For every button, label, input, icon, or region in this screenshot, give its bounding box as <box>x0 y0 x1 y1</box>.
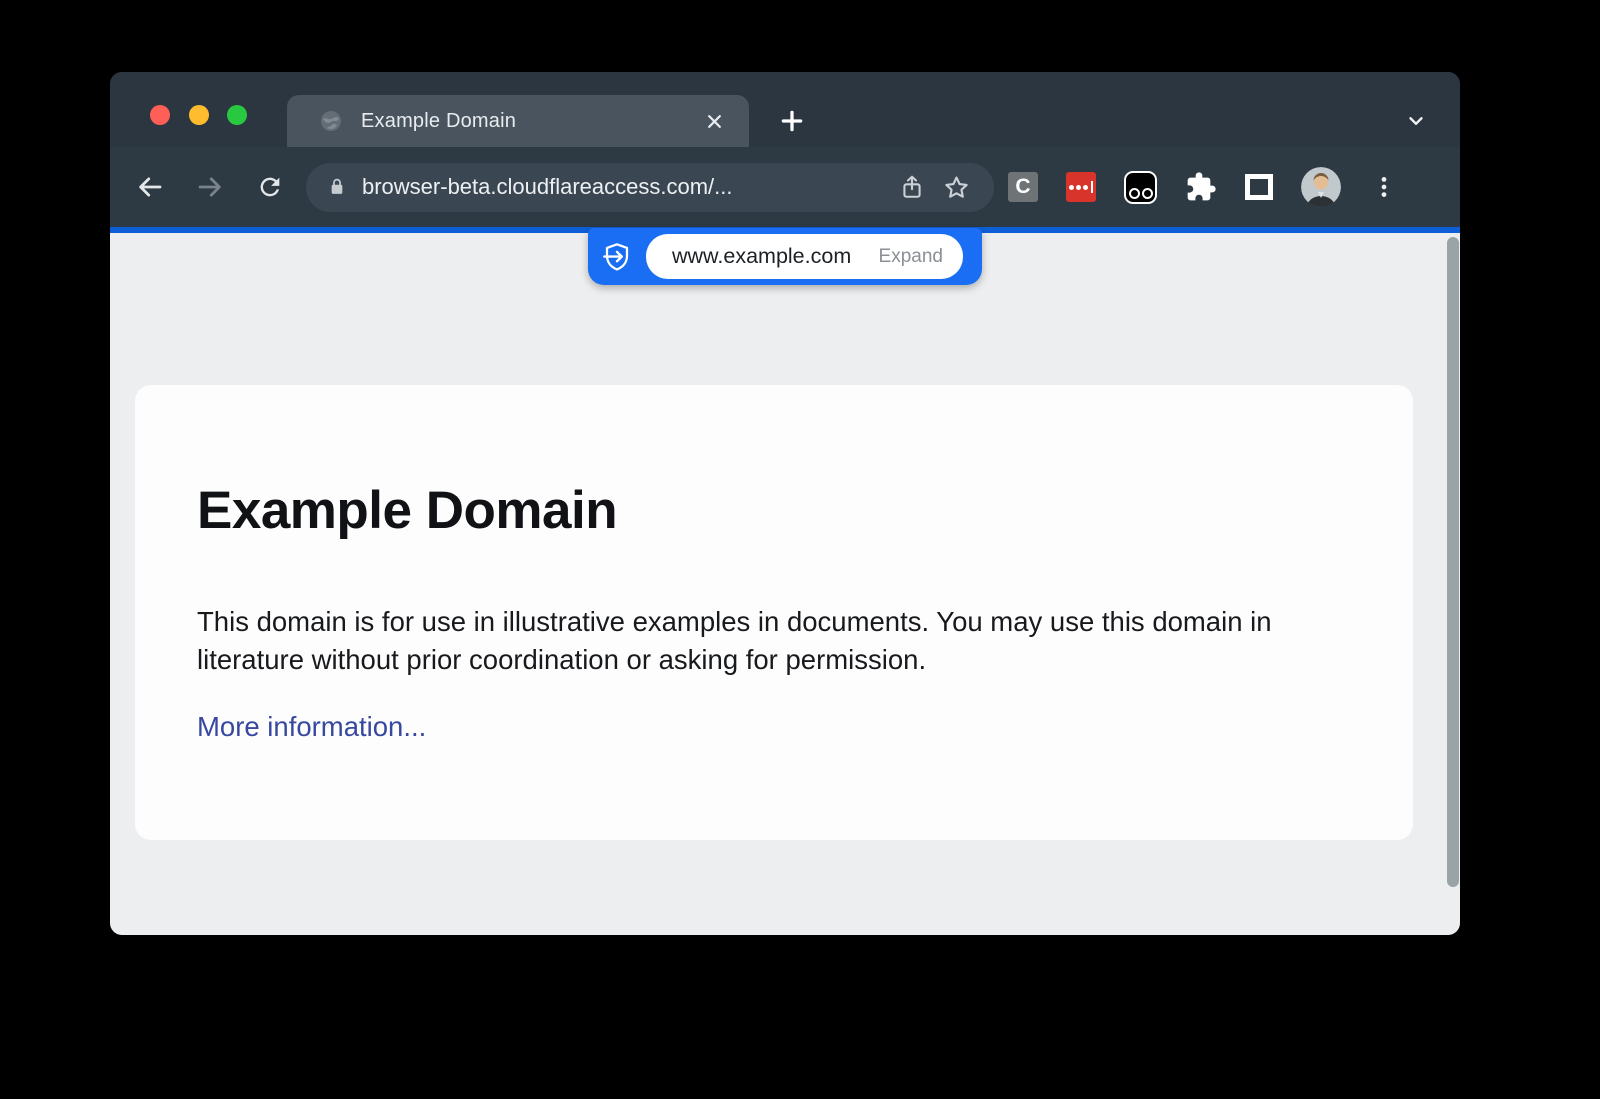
expand-button[interactable]: Expand <box>879 246 943 268</box>
tab-close-icon[interactable] <box>697 104 731 138</box>
page-paragraph: This domain is for use in illustrative e… <box>197 603 1347 679</box>
share-icon[interactable] <box>890 165 934 209</box>
extension-c-icon[interactable]: C <box>1008 172 1038 202</box>
desktop-background: Example Domain <box>0 0 1600 1099</box>
extension-row: C <box>1008 167 1397 207</box>
window-close-button[interactable] <box>150 105 170 125</box>
side-panel-icon[interactable] <box>1245 174 1273 200</box>
page-viewport: www.example.com Expand Example Domain Th… <box>110 233 1460 935</box>
password-manager-extension-icon[interactable] <box>1066 172 1096 202</box>
globe-favicon-icon <box>319 109 343 133</box>
vertical-scrollbar[interactable] <box>1447 237 1459 887</box>
reload-button[interactable] <box>248 165 292 209</box>
bookmark-star-icon[interactable] <box>934 165 978 209</box>
page-title: Example Domain <box>197 480 617 541</box>
forward-button[interactable] <box>188 165 232 209</box>
tab-title: Example Domain <box>361 110 697 133</box>
tab-example-domain[interactable]: Example Domain <box>287 95 749 147</box>
isolation-host-pill[interactable]: www.example.com Expand <box>646 234 963 279</box>
lock-icon[interactable] <box>326 176 348 198</box>
shield-arrow-icon <box>601 241 633 273</box>
content-card: Example Domain This domain is for use in… <box>135 385 1413 840</box>
browser-window: Example Domain <box>110 72 1460 935</box>
toolbar: browser-beta.cloudflareaccess.com/... C <box>110 147 1460 227</box>
tab-search-chevron-icon[interactable] <box>1400 105 1432 137</box>
back-button[interactable] <box>128 165 172 209</box>
window-minimize-button[interactable] <box>189 105 209 125</box>
url-text[interactable]: browser-beta.cloudflareaccess.com/... <box>362 174 890 200</box>
browser-menu-kebab-icon[interactable] <box>1371 174 1397 200</box>
extensions-puzzle-icon[interactable] <box>1185 171 1217 203</box>
more-information-link[interactable]: More information... <box>197 711 426 743</box>
url-bar[interactable]: browser-beta.cloudflareaccess.com/... <box>306 163 994 212</box>
window-zoom-button[interactable] <box>227 105 247 125</box>
new-tab-button[interactable] <box>774 103 810 139</box>
isolation-banner[interactable]: www.example.com Expand <box>588 228 982 285</box>
isolated-hostname: www.example.com <box>672 244 879 269</box>
goggles-extension-icon[interactable] <box>1124 171 1157 204</box>
profile-avatar[interactable] <box>1301 167 1341 207</box>
tab-strip: Example Domain <box>110 72 1460 147</box>
